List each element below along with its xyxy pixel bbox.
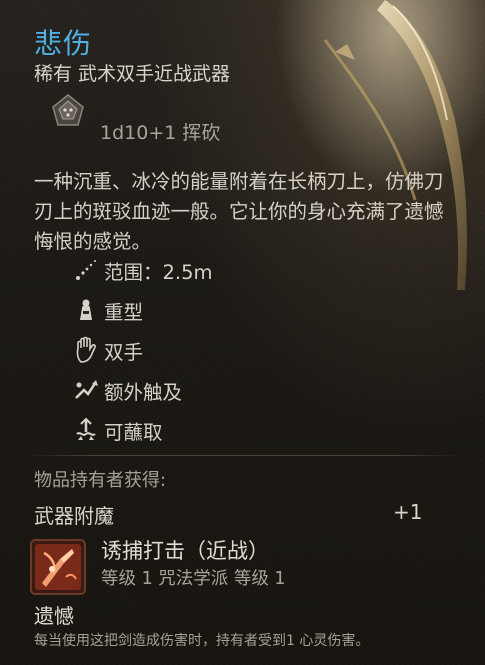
property-reach: 额外触及 — [72, 370, 213, 410]
item-name: 悲伤 — [34, 27, 93, 60]
property-reach-label: 额外触及 — [104, 380, 183, 404]
weapon-artwork — [265, 0, 485, 310]
skill-level-school: 等级 1 咒法学派 等级 1 — [101, 569, 286, 589]
property-heavy-label: 重型 — [104, 300, 144, 324]
property-heavy: 重型 — [72, 290, 213, 330]
holder-gains-heading: 物品持有者获得: — [34, 470, 167, 491]
heavy-icon — [80, 299, 92, 320]
damage-roll: 1d10+1 挥砍 — [100, 122, 221, 144]
property-dippable-label: 可蘸取 — [104, 420, 163, 444]
weapon-enchantment-label: 武器附魔 — [34, 504, 114, 528]
property-list: 范围：2.5m 重型 双手 额外触及 可蘸取 — [72, 250, 213, 450]
lacerate-skill-icon[interactable] — [30, 539, 86, 595]
passive-description: 每当使用这把剑造成伤害时，持有者受到1 心灵伤害。 — [34, 633, 370, 649]
property-two-handed-label: 双手 — [104, 340, 144, 364]
d10-dice-icon — [52, 94, 84, 126]
dippable-icon — [76, 417, 96, 440]
section-divider — [26, 455, 459, 456]
item-description: 一种沉重、冰冷的能量附着在长柄刀上，仿佛刀刃上的斑驳血迹一般。它让你的身心充满了… — [34, 170, 444, 253]
two-handed-icon — [76, 336, 96, 363]
property-range-label: 范围：2.5m — [104, 260, 213, 284]
passive-title: 遗憾 — [34, 604, 74, 628]
reach-icon — [75, 380, 98, 399]
item-tooltip: 悲伤 稀有 武术双手近战武器 1d10+1 挥砍 一种沉重、冰冷的能量附着在长柄… — [0, 0, 485, 665]
skill-name: 诱捕打击（近战） — [101, 539, 269, 563]
property-range: 范围：2.5m — [72, 250, 213, 290]
property-two-handed: 双手 — [72, 330, 213, 370]
item-rarity-type: 稀有 武术双手近战武器 — [34, 63, 231, 85]
weapon-enchantment-bonus: +1 — [393, 500, 423, 524]
property-dippable: 可蘸取 — [72, 410, 213, 450]
range-icon — [76, 260, 96, 280]
